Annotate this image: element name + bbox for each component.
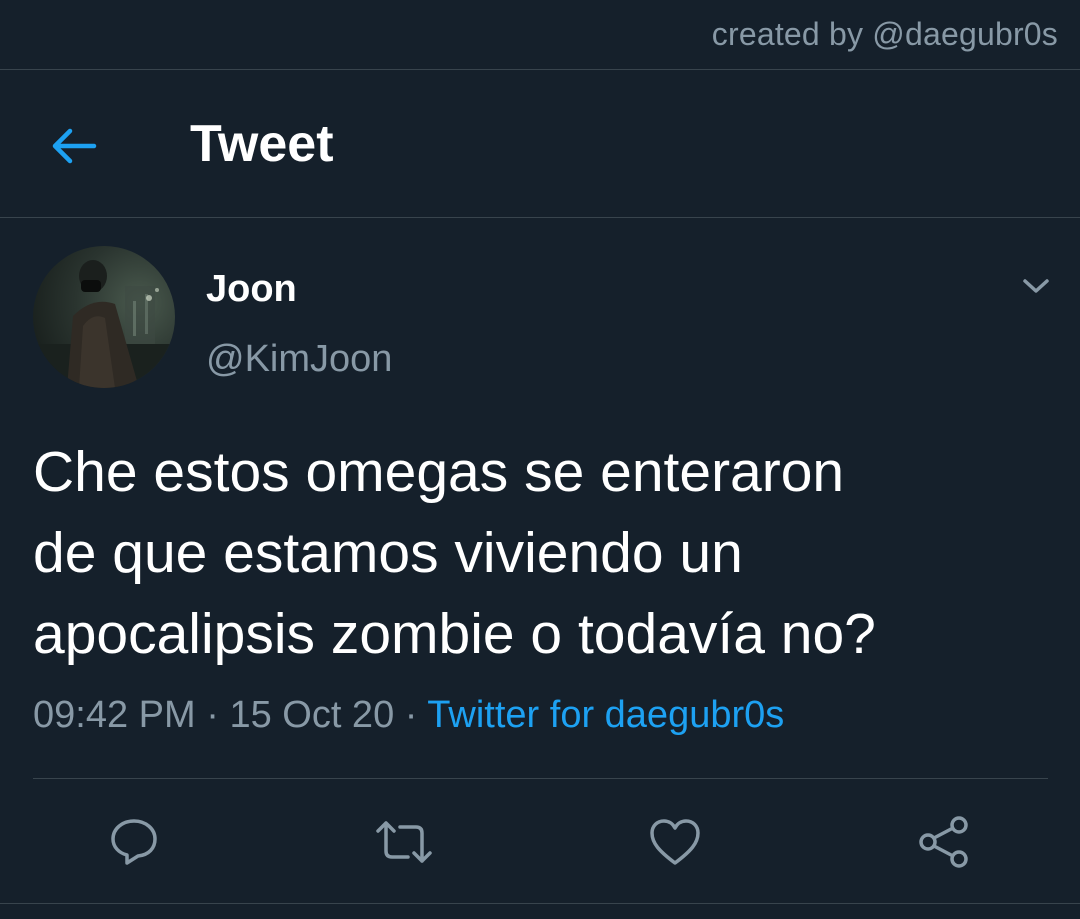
reply-button[interactable] — [100, 808, 168, 876]
share-icon — [919, 816, 968, 868]
share-button[interactable] — [910, 808, 978, 876]
chevron-down-icon — [1023, 279, 1049, 293]
tweet-meta: 09:42 PM · 15 Oct 20 · Twitter for daegu… — [33, 694, 784, 737]
reply-icon — [111, 819, 157, 865]
tweet-actions — [0, 800, 1080, 884]
like-button[interactable] — [641, 808, 709, 876]
tweet-source-link[interactable]: Twitter for daegubr0s — [427, 694, 784, 736]
like-icon — [650, 819, 700, 865]
retweet-button[interactable] — [370, 808, 438, 876]
arrow-left-icon — [52, 128, 97, 164]
tweet-options-button[interactable] — [1012, 266, 1060, 306]
page-title: Tweet — [190, 115, 334, 173]
author-handle[interactable]: @KimJoon — [206, 338, 392, 381]
meta-separator: · — [195, 694, 230, 736]
tweet-text-line: apocalipsis zombie o todavía no? — [33, 602, 876, 666]
tweet-text-line: de que estamos viviendo un — [33, 521, 743, 585]
tweet-time: 09:42 PM — [33, 694, 196, 736]
credit-bar: created by @daegubr0s — [0, 0, 1080, 70]
meta-separator: · — [394, 694, 428, 736]
tweet-text: Che estos omegas se enteraron de que est… — [33, 432, 1053, 675]
author-display-name[interactable]: Joon — [206, 268, 297, 311]
tweet-date: 15 Oct 20 — [229, 694, 395, 736]
bottom-divider — [0, 903, 1080, 904]
avatar-photo — [33, 246, 175, 388]
back-button[interactable] — [40, 112, 108, 180]
credit-text: created by @daegubr0s — [711, 16, 1058, 52]
tweet-text-line: Che estos omegas se enteraron — [33, 440, 845, 504]
retweet-icon — [376, 821, 432, 863]
divider — [33, 778, 1048, 779]
avatar[interactable] — [33, 246, 175, 388]
header-bar: Tweet — [0, 70, 1080, 218]
